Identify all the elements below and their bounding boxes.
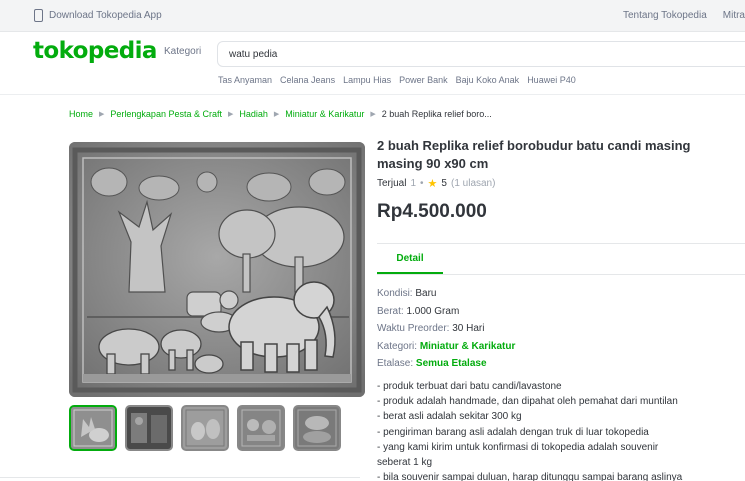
suggestion-link[interactable]: Lampu Hias [343, 75, 391, 85]
breadcrumb: Home ▶ Perlengkapan Pesta & Craft ▶ Hadi… [69, 109, 492, 119]
suggestion-link[interactable]: Baju Koko Anak [456, 75, 520, 85]
product-price: Rp4.500.000 [377, 201, 487, 222]
tab-detail[interactable]: Detail [377, 250, 443, 273]
thumbnail-4[interactable] [237, 405, 285, 451]
image-thumbnails [69, 405, 341, 451]
breadcrumb-category[interactable]: Perlengkapan Pesta & Craft [110, 109, 222, 119]
price-divider [377, 243, 745, 244]
about-tokopedia-link[interactable]: Tentang Tokopedia [623, 10, 707, 21]
phone-icon [34, 9, 43, 22]
thumbnail-2[interactable] [125, 405, 173, 451]
product-main-image[interactable] [69, 142, 365, 397]
suggestion-link[interactable]: Celana Jeans [280, 75, 335, 85]
description-line: - berat asli adalah sekitar 300 kg [377, 411, 522, 423]
tab-divider [377, 274, 745, 275]
chevron-right-icon: ▶ [227, 111, 234, 118]
sold-count: 1 [410, 178, 417, 189]
review-count[interactable]: (1 ulasan) [451, 178, 495, 189]
chevron-right-icon: ▶ [273, 111, 280, 118]
spec-label: Kondisi: [377, 288, 413, 299]
search-box[interactable] [217, 41, 745, 67]
category-link[interactable]: Miniatur & Karikatur [420, 341, 516, 352]
spec-category: Kategori: Miniatur & Karikatur [377, 338, 515, 356]
etalase-link[interactable]: Semua Etalase [416, 358, 487, 369]
top-bar: Download Tokopedia App Tentang Tokopedia… [0, 0, 745, 32]
chevron-right-icon: ▶ [370, 111, 376, 118]
spec-value: Baru [415, 288, 437, 299]
suggestion-link[interactable]: Huawei P40 [527, 75, 576, 85]
suggestion-link[interactable]: Power Bank [399, 75, 448, 85]
spec-label: Etalase: [377, 358, 414, 369]
download-app-label: Download Tokopedia App [49, 10, 162, 21]
spec-etalase: Etalase: Semua Etalase [377, 355, 515, 373]
thumbnail-3[interactable] [181, 405, 229, 451]
chevron-right-icon: ▶ [99, 111, 105, 118]
star-icon: ★ [427, 178, 438, 190]
rating-value: 5 [441, 178, 447, 189]
spec-weight: Berat: 1.000 Gram [377, 303, 515, 321]
product-meta: Terjual 1 • ★ 5 (1 ulasan) [377, 177, 495, 190]
header-divider [0, 94, 745, 95]
product-description: - produk terbuat dari batu candi/lavasto… [377, 379, 737, 481]
suggestion-link[interactable]: Tas Anyaman [218, 75, 272, 85]
spec-preorder: Waktu Preorder: 30 Hari [377, 320, 515, 338]
spec-label: Kategori: [377, 340, 418, 352]
search-input[interactable] [229, 47, 629, 61]
spec-label: Berat: [377, 305, 404, 317]
search-suggestions: Tas Anyaman Celana Jeans Lampu Hias Powe… [218, 75, 576, 85]
breadcrumb-subcategory[interactable]: Hadiah [239, 109, 268, 119]
header: tokopedia Kategori Tas Anyaman Celana Je… [0, 32, 745, 94]
breadcrumb-current: 2 buah Replika relief boro... [381, 109, 492, 119]
download-app-link[interactable]: Download Tokopedia App [34, 9, 162, 22]
product-specs: Kondisi: Baru Berat: 1.000 Gram Waktu Pr… [377, 285, 515, 373]
breadcrumb-leaf-category[interactable]: Miniatur & Karikatur [285, 109, 364, 119]
meta-separator: • [420, 178, 424, 189]
spec-value: 1.000 Gram [406, 305, 460, 317]
thumbnail-5[interactable] [293, 405, 341, 451]
description-line: seberat 1 kg [377, 457, 433, 469]
description-line: - produk adalah handmade, dan dipahat ol… [377, 396, 678, 408]
spec-value: 30 Hari [452, 323, 485, 334]
spec-condition: Kondisi: Baru [377, 285, 515, 303]
sold-label: Terjual [377, 178, 407, 189]
mitra-link[interactable]: Mitra [723, 10, 745, 21]
kategori-menu[interactable]: Kategori [164, 46, 201, 57]
description-line: - yang kami kirim untuk konfirmasi di to… [377, 441, 659, 453]
description-line: - pengiriman barang asli adalah dengan t… [377, 426, 649, 438]
relief-carving-image [69, 142, 365, 397]
thumbnail-1[interactable] [69, 405, 117, 451]
top-links: Tentang Tokopedia Mitra [623, 10, 745, 21]
spec-label: Waktu Preorder: [377, 323, 450, 334]
description-line: - bila souvenir sampai duluan, harap dit… [377, 472, 683, 481]
section-divider [0, 477, 360, 478]
description-line: - produk terbuat dari batu candi/lavasto… [377, 381, 562, 392]
breadcrumb-home[interactable]: Home [69, 109, 93, 119]
tokopedia-logo[interactable]: tokopedia [33, 38, 157, 64]
product-title: 2 buah Replika relief borobudur batu can… [377, 138, 691, 171]
